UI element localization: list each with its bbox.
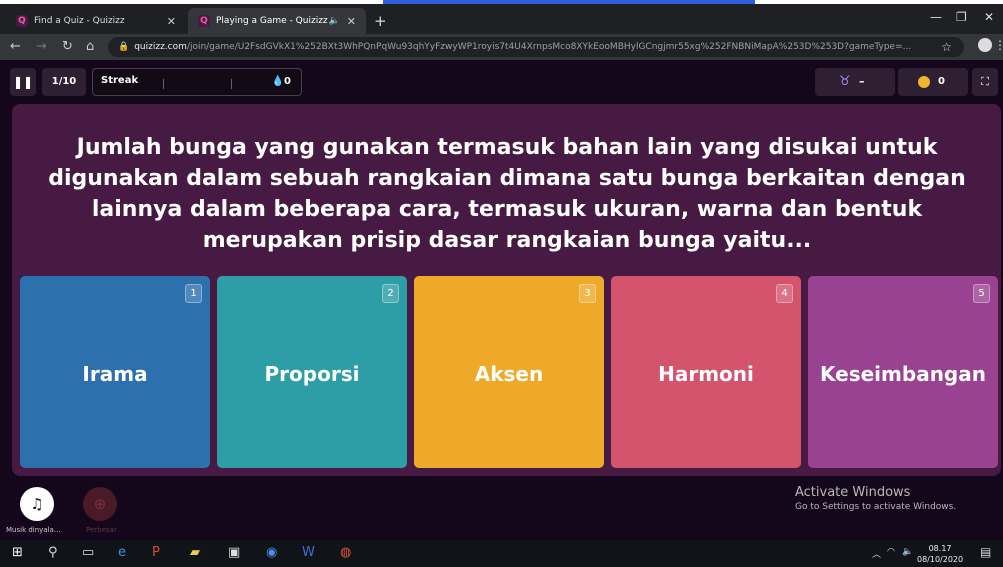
- answer-option-3[interactable]: 3 Aksen: [414, 276, 604, 468]
- lock-icon: 🔒: [118, 42, 130, 52]
- option-number: 3: [579, 284, 596, 303]
- question-counter: 1/10: [42, 68, 86, 96]
- option-number: 2: [382, 284, 399, 303]
- volume-icon[interactable]: 🔈: [902, 547, 913, 557]
- streak-divider: [231, 79, 232, 89]
- reload-icon[interactable]: ↻: [62, 39, 73, 54]
- close-tab-icon[interactable]: ✕: [347, 15, 356, 28]
- new-tab-button[interactable]: +: [374, 12, 387, 30]
- coin-icon: [918, 76, 930, 88]
- wifi-icon[interactable]: ◠: [887, 547, 895, 557]
- chrome-active-icon[interactable]: ◍: [340, 545, 351, 560]
- file-explorer-icon[interactable]: ▰: [190, 545, 200, 560]
- task-view-icon[interactable]: ▭: [82, 545, 94, 560]
- tab-title: Playing a Game - Quizizz: [216, 16, 328, 26]
- music-label: Musik dinyala...: [6, 526, 61, 534]
- option-number: 5: [973, 284, 990, 303]
- address-bar: ← → ↻ ⌂ 🔒 quizizz.com /join/game/U2FsdGV…: [0, 34, 1003, 60]
- music-toggle-button[interactable]: ♫: [20, 487, 54, 521]
- windows-start-icon[interactable]: ⊞: [12, 545, 23, 560]
- edge-browser-icon[interactable]: e: [118, 545, 126, 560]
- powerup-icon: ♉: [839, 74, 851, 89]
- store-icon[interactable]: ▣: [228, 545, 240, 560]
- restore-icon[interactable]: ❐: [956, 10, 967, 24]
- profile-avatar-icon[interactable]: [978, 38, 992, 52]
- question-text: Jumlah bunga yang gunakan termasuk bahan…: [48, 135, 966, 253]
- show-hidden-icons-icon[interactable]: ︿: [872, 547, 881, 560]
- window-close-icon[interactable]: ✕: [984, 10, 994, 24]
- option-label: Proporsi: [264, 362, 360, 386]
- url-path: /join/game/U2FsdGVkX1%252BXt3WhPQnPqWu93…: [186, 42, 912, 52]
- quizizz-favicon-icon: Q: [16, 15, 28, 27]
- system-clock[interactable]: 08.17 08/10/2020: [917, 543, 963, 565]
- streak-label: Streak: [101, 75, 139, 86]
- zoom-button[interactable]: ⊕: [83, 487, 117, 521]
- chrome-icon[interactable]: ◉: [266, 545, 277, 560]
- search-icon[interactable]: ⚲: [48, 545, 58, 560]
- game-area: ❚❚ 1/10 Streak 💧0 ♉ – 0 ⛶ Jumlah bunga y…: [0, 60, 1003, 540]
- windows-taskbar: ⊞ ⚲ ▭ e P ▰ ▣ ◉ W ◍ ︿ ◠ 🔈 08.17 08/10/20…: [0, 540, 1003, 567]
- answer-option-1[interactable]: 1 Irama: [20, 276, 210, 468]
- home-icon[interactable]: ⌂: [86, 39, 94, 54]
- streak-divider: [163, 79, 164, 89]
- activate-subtitle: Go to Settings to activate Windows.: [795, 502, 957, 512]
- zoom-in-icon: ⊕: [93, 495, 107, 513]
- option-number: 1: [185, 284, 202, 303]
- zoom-label: Perbesar: [86, 526, 117, 534]
- option-label: Irama: [82, 362, 148, 386]
- browser-tab-bar: Q Find a Quiz - Quizizz ✕ Q Playing a Ga…: [0, 4, 1003, 34]
- activate-title: Activate Windows: [795, 485, 911, 500]
- forward-arrow-icon[interactable]: →: [36, 39, 47, 54]
- option-number: 4: [776, 284, 793, 303]
- fullscreen-icon[interactable]: ⛶: [972, 68, 998, 96]
- answer-option-4[interactable]: 4 Harmoni: [611, 276, 801, 468]
- notifications-icon[interactable]: ▤: [980, 545, 991, 559]
- back-arrow-icon[interactable]: ←: [10, 39, 21, 54]
- powerup-indicator[interactable]: ♉ –: [815, 68, 895, 96]
- activate-windows-watermark: Activate Windows Go to Settings to activ…: [795, 485, 956, 512]
- music-note-icon: ♫: [30, 495, 44, 513]
- answer-option-5[interactable]: 5 Keseimbangan: [808, 276, 998, 468]
- streak-bar: Streak 💧0: [92, 68, 302, 96]
- audio-playing-icon[interactable]: 🔈: [329, 16, 340, 26]
- url-input[interactable]: 🔒 quizizz.com /join/game/U2FsdGVkX1%252B…: [108, 37, 964, 57]
- tab-playing-a-game[interactable]: Q Playing a Game - Quizizz 🔈 ✕: [188, 8, 366, 34]
- option-label: Keseimbangan: [820, 362, 986, 386]
- url-host: quizizz.com: [134, 42, 187, 52]
- drop-icon: 💧: [271, 76, 285, 87]
- bookmark-star-icon[interactable]: ☆: [941, 40, 952, 54]
- streak-points-value: 0: [284, 76, 291, 87]
- minimize-icon[interactable]: —: [930, 10, 942, 24]
- clock-date: 08/10/2020: [917, 555, 964, 564]
- answer-option-2[interactable]: 2 Proporsi: [217, 276, 407, 468]
- streak-points: 💧0: [272, 76, 291, 87]
- option-label: Harmoni: [658, 362, 754, 386]
- tab-find-a-quiz[interactable]: Q Find a Quiz - Quizizz ✕: [6, 8, 186, 34]
- close-tab-icon[interactable]: ✕: [167, 15, 176, 28]
- coin-counter: 0: [898, 68, 968, 96]
- coin-value: 0: [938, 76, 945, 87]
- powerpoint-icon[interactable]: P: [152, 545, 160, 560]
- browser-menu-icon[interactable]: ⋮: [994, 38, 1003, 52]
- pause-button[interactable]: ❚❚: [10, 68, 36, 96]
- option-label: Aksen: [474, 362, 544, 386]
- powerup-value: –: [859, 75, 865, 88]
- word-icon[interactable]: W: [302, 545, 315, 560]
- tab-title: Find a Quiz - Quizizz: [34, 16, 125, 26]
- clock-time: 08.17: [928, 544, 952, 553]
- quizizz-favicon-icon: Q: [198, 15, 210, 27]
